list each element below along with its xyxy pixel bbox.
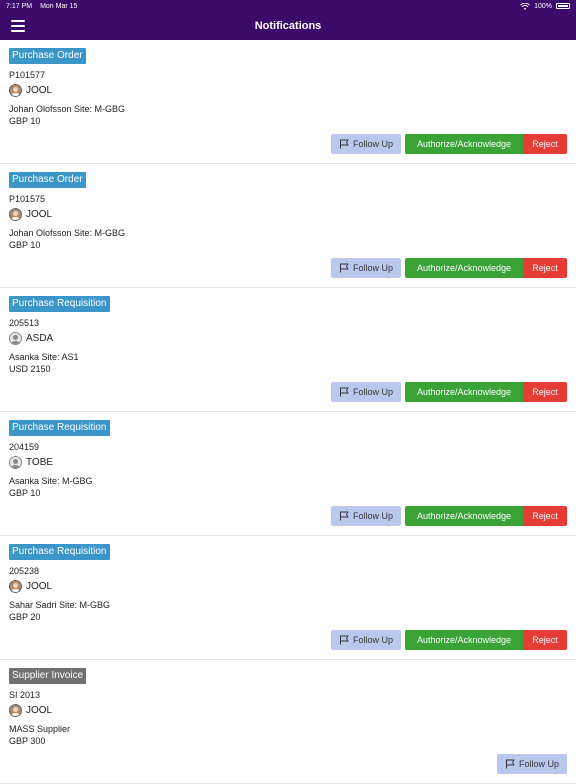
- authorize-button[interactable]: Authorize/Acknowledge: [405, 630, 523, 650]
- action-buttons: Follow Up: [497, 754, 567, 774]
- avatar-icon: [9, 332, 22, 345]
- notification-card[interactable]: Purchase Order P101575 JOOL Johan Olofsson …: [0, 164, 576, 288]
- amount: GBP 10: [9, 240, 41, 250]
- user-row: JOOL: [9, 580, 52, 593]
- follow-up-label: Follow Up: [352, 139, 393, 149]
- avatar-icon: [9, 208, 22, 221]
- wifi-icon: [520, 2, 530, 10]
- amount: GBP 10: [9, 116, 41, 126]
- page-title: Notifications: [254, 20, 322, 32]
- follow-up-button[interactable]: Follow Up: [331, 258, 401, 278]
- document-type-badge: Purchase Requisition: [9, 420, 110, 436]
- follow-up-button[interactable]: Follow Up: [331, 630, 401, 650]
- document-id: 205513: [9, 318, 40, 328]
- flag-icon: [339, 511, 349, 521]
- battery-percent: 100%: [534, 2, 552, 10]
- follow-up-button[interactable]: Follow Up: [497, 754, 567, 774]
- follow-up-button[interactable]: Follow Up: [331, 382, 401, 402]
- status-time: 7:17 PM: [6, 2, 33, 10]
- action-buttons: Follow Up Authorize/Acknowledge Reject: [331, 258, 567, 278]
- user-name: TOBE: [26, 457, 54, 468]
- authorize-button[interactable]: Authorize/Acknowledge: [405, 258, 523, 278]
- notification-card[interactable]: Supplier Invoice SI 2013 JOOL MASS Supplier…: [0, 660, 576, 784]
- user-name: JOOL: [26, 85, 53, 96]
- document-id: SI 2013: [9, 690, 41, 700]
- user-row: TOBE: [9, 456, 53, 469]
- flag-icon: [339, 263, 349, 273]
- document-type-badge: Purchase Order: [9, 172, 86, 188]
- reject-button[interactable]: Reject: [523, 630, 567, 650]
- avatar-icon: [9, 580, 22, 593]
- authorize-button[interactable]: Authorize/Acknowledge: [405, 134, 523, 154]
- user-name: JOOL: [26, 705, 53, 716]
- flag-icon: [339, 139, 349, 149]
- notification-card[interactable]: Purchase Order P101577 JOOL Johan Olofsson …: [0, 40, 576, 164]
- amount: USD 2150: [9, 364, 51, 374]
- site-info: MASS Supplier: [9, 724, 71, 734]
- header-bar: Notifications: [0, 12, 576, 40]
- follow-up-button[interactable]: Follow Up: [331, 506, 401, 526]
- follow-up-label: Follow Up: [352, 511, 393, 521]
- follow-up-label: Follow Up: [352, 635, 393, 645]
- reject-button[interactable]: Reject: [523, 134, 567, 154]
- status-date: Mon Mar 15: [40, 2, 78, 10]
- notification-card[interactable]: Purchase Requisition 205238 JOOL Sahar Sadr…: [0, 536, 576, 660]
- reject-button[interactable]: Reject: [523, 382, 567, 402]
- notification-card[interactable]: Purchase Requisition 204159 TOBE Asanka Sit…: [0, 412, 576, 536]
- amount: GBP 10: [9, 488, 41, 498]
- document-id: P101575: [9, 194, 46, 204]
- follow-up-button[interactable]: Follow Up: [331, 134, 401, 154]
- avatar-icon: [9, 704, 22, 717]
- reject-button[interactable]: Reject: [523, 258, 567, 278]
- amount: GBP 300: [9, 736, 46, 746]
- user-name: JOOL: [26, 209, 53, 220]
- authorize-button[interactable]: Authorize/Acknowledge: [405, 506, 523, 526]
- user-name: ASDA: [26, 333, 54, 344]
- user-row: ASDA: [9, 332, 53, 345]
- document-type-badge: Purchase Requisition: [9, 544, 110, 560]
- user-row: JOOL: [9, 84, 52, 97]
- user-row: JOOL: [9, 704, 52, 717]
- user-row: JOOL: [9, 208, 52, 221]
- authorize-button[interactable]: Authorize/Acknowledge: [405, 382, 523, 402]
- status-bar: 7:17 PM Mon Mar 15 100%: [0, 0, 576, 12]
- document-type-badge: Supplier Invoice: [9, 668, 87, 684]
- follow-up-label: Follow Up: [352, 387, 393, 397]
- document-id: 204159: [9, 442, 40, 452]
- site-info: Johan Olofsson Site: M-GBG: [9, 104, 126, 114]
- site-info: Johan Olofsson Site: M-GBG: [9, 228, 126, 238]
- battery-icon: [556, 3, 570, 9]
- site-info: Sahar Sadri Site: M-GBG: [9, 600, 111, 610]
- document-type-badge: Purchase Requisition: [9, 296, 110, 312]
- reject-button[interactable]: Reject: [523, 506, 567, 526]
- user-name: JOOL: [26, 581, 53, 592]
- amount: GBP 20: [9, 612, 41, 622]
- flag-icon: [339, 635, 349, 645]
- document-id: P101577: [9, 70, 46, 80]
- notification-list: Purchase Order P101577 JOOL Johan Olofsson …: [0, 40, 576, 784]
- site-info: Asanka Site: M-GBG: [9, 476, 93, 486]
- notification-card[interactable]: Purchase Requisition 205513 ASDA Asanka Sit…: [0, 288, 576, 412]
- follow-up-label: Follow Up: [352, 263, 393, 273]
- action-buttons: Follow Up Authorize/Acknowledge Reject: [331, 382, 567, 402]
- avatar-icon: [9, 456, 22, 469]
- action-buttons: Follow Up Authorize/Acknowledge Reject: [331, 506, 567, 526]
- flag-icon: [339, 387, 349, 397]
- site-info: Asanka Site: AS1: [9, 352, 79, 362]
- avatar-icon: [9, 84, 22, 97]
- action-buttons: Follow Up Authorize/Acknowledge Reject: [331, 630, 567, 650]
- hamburger-icon[interactable]: [11, 20, 25, 32]
- document-type-badge: Purchase Order: [9, 48, 86, 64]
- document-id: 205238: [9, 566, 40, 576]
- action-buttons: Follow Up Authorize/Acknowledge Reject: [331, 134, 567, 154]
